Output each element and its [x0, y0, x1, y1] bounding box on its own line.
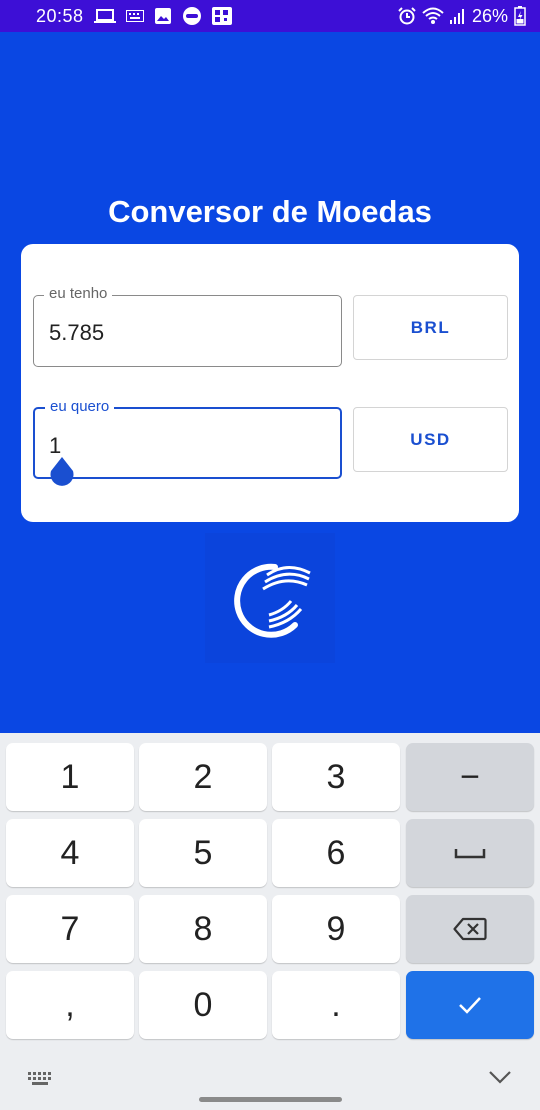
deli-icon [182, 6, 202, 26]
key-period[interactable]: . [272, 971, 400, 1039]
have-currency-button[interactable]: BRL [353, 295, 508, 360]
checkmark-icon [459, 997, 481, 1014]
space-icon [454, 849, 486, 859]
battery-percent: 26% [471, 5, 508, 26]
signal-icon [449, 7, 466, 25]
key-9[interactable]: 9 [272, 895, 400, 963]
key-2[interactable]: 2 [139, 743, 267, 811]
want-amount-field[interactable]: eu quero 1 [33, 398, 342, 486]
text-cursor-handle-icon[interactable] [49, 457, 75, 487]
want-amount-label: eu quero [45, 398, 115, 415]
status-left-icons [93, 6, 232, 26]
converter-card: eu tenho 5.785 BRL eu quero 1 USD [21, 244, 519, 522]
key-6[interactable]: 6 [272, 819, 400, 887]
key-8[interactable]: 8 [139, 895, 267, 963]
keyboard-icon [125, 10, 144, 22]
key-backspace[interactable] [406, 895, 534, 963]
alarm-icon [398, 7, 416, 25]
chevron-down-icon[interactable] [487, 1068, 513, 1086]
have-amount-field[interactable]: eu tenho 5.785 [33, 285, 342, 367]
app-logo-icon [234, 563, 311, 638]
have-amount-value: 5.785 [49, 320, 105, 345]
laptop-icon [93, 8, 116, 24]
key-comma[interactable]: , [6, 971, 134, 1039]
key-7[interactable]: 7 [6, 895, 134, 963]
qr-icon [211, 7, 232, 25]
key-3[interactable]: 3 [272, 743, 400, 811]
key-1[interactable]: 1 [6, 743, 134, 811]
key-5[interactable]: 5 [139, 819, 267, 887]
have-amount-label: eu tenho [44, 285, 113, 302]
gallery-icon [154, 7, 172, 25]
backspace-icon [453, 917, 487, 941]
want-amount-value: 1 [49, 433, 62, 458]
key-4[interactable]: 4 [6, 819, 134, 887]
app-logo [205, 533, 335, 663]
status-right: 26% [398, 6, 526, 27]
wifi-icon [422, 7, 444, 25]
want-currency-button[interactable]: USD [353, 407, 508, 472]
page-title: Conversor de Moedas [108, 194, 432, 229]
gesture-nav-handle[interactable] [199, 1097, 342, 1102]
battery-icon [514, 6, 526, 26]
key-space[interactable] [406, 819, 534, 887]
key-minus[interactable]: − [406, 743, 534, 811]
keyboard-icon[interactable] [27, 1070, 53, 1088]
status-bar: 20:58 26% [0, 0, 540, 32]
key-0[interactable]: 0 [139, 971, 267, 1039]
status-time: 20:58 [36, 5, 84, 26]
key-done[interactable] [406, 971, 534, 1039]
